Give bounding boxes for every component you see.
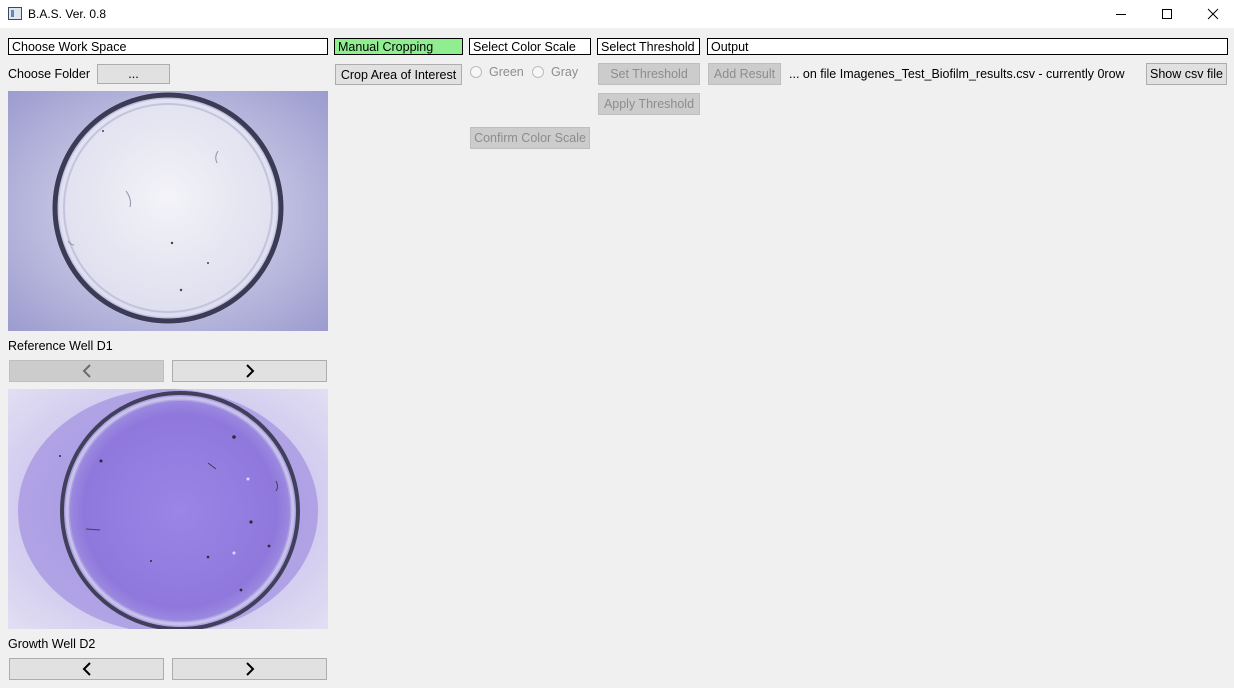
minimize-button[interactable] xyxy=(1098,0,1144,28)
crop-area-button[interactable]: Crop Area of Interest xyxy=(335,64,462,85)
show-csv-button[interactable]: Show csv file xyxy=(1146,63,1227,85)
green-radio-label: Green xyxy=(489,65,524,79)
growth-next-button[interactable] xyxy=(172,658,327,680)
chevron-left-icon xyxy=(82,662,91,676)
app-icon xyxy=(8,7,22,20)
set-threshold-button[interactable]: Set Threshold xyxy=(598,63,700,85)
green-radio[interactable]: Green xyxy=(470,65,524,79)
radio-circle-icon xyxy=(470,66,482,78)
maximize-icon xyxy=(1162,9,1172,19)
close-icon xyxy=(1207,8,1219,20)
close-button[interactable] xyxy=(1190,0,1234,28)
chevron-left-icon xyxy=(82,364,91,378)
threshold-header: Select Threshold xyxy=(597,38,700,55)
chevron-right-icon xyxy=(245,662,254,676)
radio-circle-icon xyxy=(532,66,544,78)
output-status: ... on file Imagenes_Test_Biofilm_result… xyxy=(789,67,1125,81)
confirm-color-scale-button[interactable]: Confirm Color Scale xyxy=(470,127,590,149)
minimize-icon xyxy=(1116,14,1126,15)
chevron-right-icon xyxy=(245,364,254,378)
reference-previous-button[interactable] xyxy=(9,360,164,382)
title-bar xyxy=(0,0,1234,28)
choose-folder-button[interactable]: ... xyxy=(97,64,170,84)
choose-folder-label: Choose Folder xyxy=(8,67,90,81)
add-result-button[interactable]: Add Result xyxy=(708,63,781,85)
work-space-header: Choose Work Space xyxy=(8,38,328,55)
window-title: B.A.S. Ver. 0.8 xyxy=(28,7,107,21)
reference-well-image xyxy=(8,91,328,331)
gray-radio[interactable]: Gray xyxy=(532,65,578,79)
gray-radio-label: Gray xyxy=(551,65,579,79)
reference-next-button[interactable] xyxy=(172,360,327,382)
growth-previous-button[interactable] xyxy=(9,658,164,680)
output-header: Output xyxy=(707,38,1228,55)
color-scale-header: Select Color Scale xyxy=(469,38,591,55)
growth-well-image xyxy=(8,389,328,629)
reference-well-label: Reference Well D1 xyxy=(8,339,113,353)
maximize-button[interactable] xyxy=(1144,0,1190,28)
growth-well-label: Growth Well D2 xyxy=(8,637,96,651)
manual-cropping-header: Manual Cropping xyxy=(334,38,463,55)
apply-threshold-button[interactable]: Apply Threshold xyxy=(598,93,700,115)
